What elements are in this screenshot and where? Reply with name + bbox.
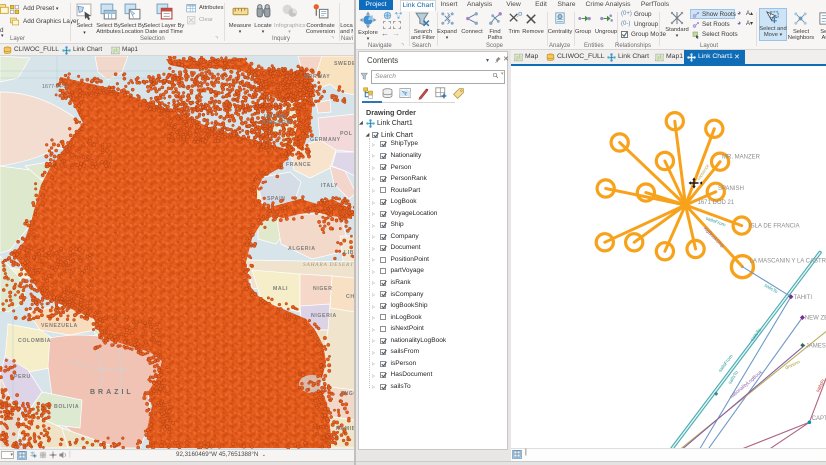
svg-text:COLOMBIA: COLOMBIA (18, 338, 51, 344)
svg-text:TAHITI: TAHITI (794, 295, 813, 301)
svg-text:CAPTAI: CAPTAI (812, 416, 826, 422)
svg-text:logBookShip: logBookShip (702, 225, 725, 249)
svg-text:BOLIVIA: BOLIVIA (54, 404, 79, 410)
svg-text:MR. MANZER: MR. MANZER (722, 154, 761, 160)
svg-text:SAHARA DESERT: SAHARA DESERT (303, 262, 354, 268)
svg-text:FRANCE: FRANCE (286, 162, 311, 168)
svg-text:JAMES C: JAMES C (806, 343, 826, 349)
svg-text:sailsFr: sailsFr (815, 377, 826, 393)
svg-text:1677-04-21: 1677-04-21 (42, 84, 70, 90)
svg-text:POL: POL (340, 131, 353, 137)
svg-text:SWEDEN: SWEDEN (334, 61, 355, 67)
svg-text:SPANISH: SPANISH (718, 186, 744, 192)
svg-text:LA MASCANIN Y LA CASTRIES: LA MASCANIN Y LA CASTRIES (750, 258, 826, 264)
svg-text:NIGERIA: NIGERIA (311, 313, 337, 319)
svg-text:NIGER: NIGER (313, 286, 332, 292)
svg-text:KINGDOM: KINGDOM (262, 120, 291, 126)
svg-text:NAMIB: NAMIB (336, 426, 355, 432)
svg-text:NEW ZEAL: NEW ZEAL (805, 315, 826, 321)
svg-text:NORWAY: NORWAY (304, 74, 330, 80)
svg-text:SPAIN: SPAIN (267, 196, 285, 202)
svg-text:1671 DOD 21: 1671 DOD 21 (698, 200, 735, 206)
svg-text:ANGO: ANGO (340, 391, 355, 397)
svg-text:ALGERIA: ALGERIA (288, 246, 316, 252)
svg-text:BRAZIL: BRAZIL (90, 389, 134, 396)
svg-text:ISLA DE FRANCIA: ISLA DE FRANCIA (749, 223, 800, 229)
svg-text:VENEZUELA: VENEZUELA (41, 323, 78, 329)
svg-text:ITALY: ITALY (321, 183, 338, 189)
svg-text:GERMANY: GERMANY (310, 137, 341, 143)
svg-text:MALI: MALI (273, 286, 288, 292)
svg-text:PERU: PERU (14, 374, 31, 380)
